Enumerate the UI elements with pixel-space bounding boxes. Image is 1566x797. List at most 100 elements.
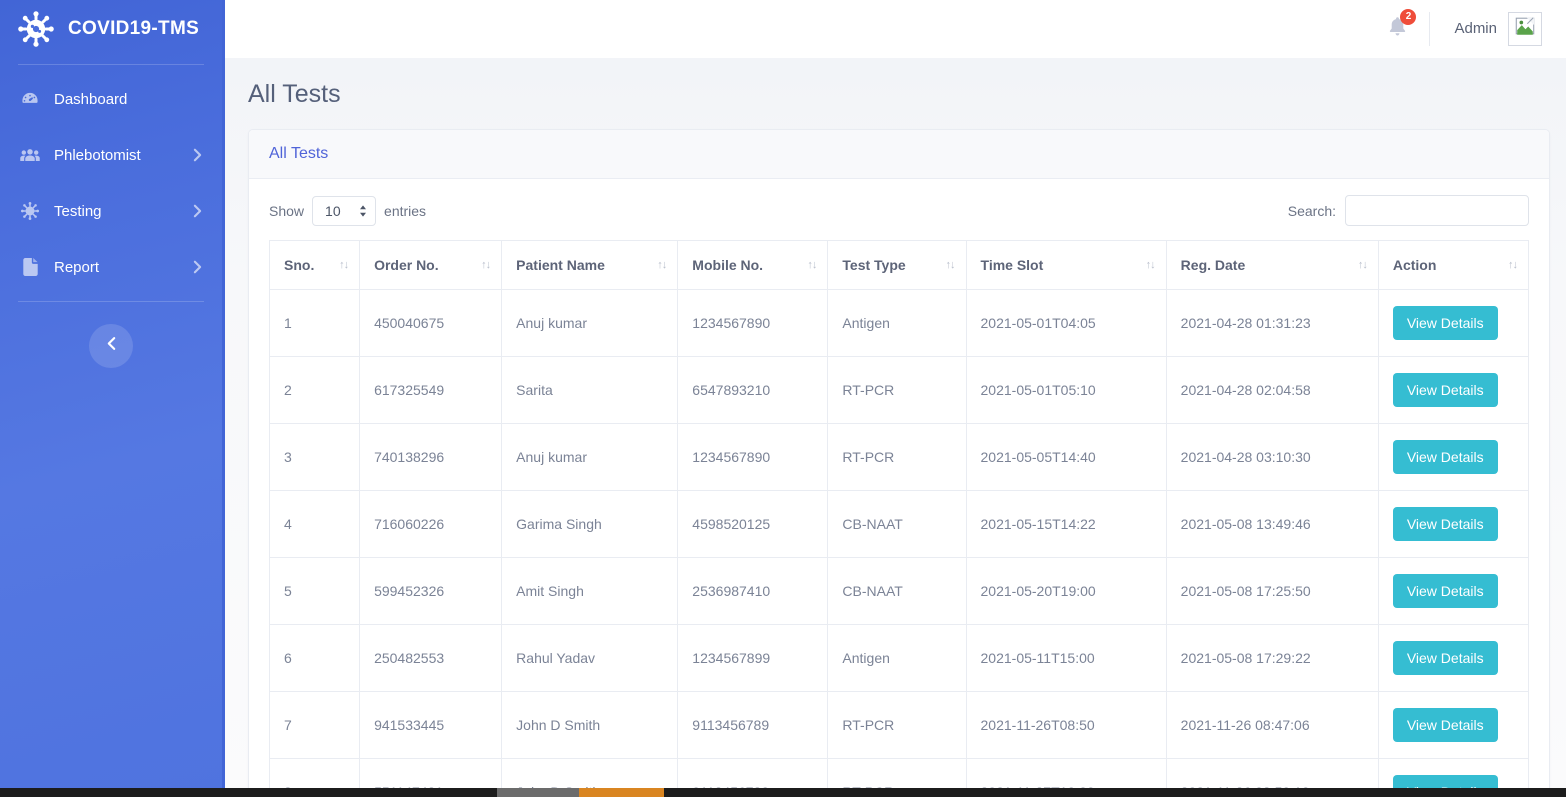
table-head: Sno. ↑↓ Order No. ↑↓ Patient Name ↑↓ Mobile No… <box>268 240 1530 290</box>
cell-order-no: 716060226 <box>359 490 503 558</box>
sort-updown-icon: ↑↓ <box>945 259 956 271</box>
cell-reg-date: 2021-04-28 03:10:30 <box>1165 423 1379 491</box>
avatar[interactable] <box>1508 11 1542 46</box>
cell-action: View Details <box>1377 691 1530 759</box>
sort-updown-icon: ↑↓ <box>339 259 349 271</box>
cell-order-no: 250482553 <box>359 624 503 692</box>
sidebar-item-report[interactable]: Report <box>0 239 222 295</box>
sort-updown-icon: ↑↓ <box>1145 259 1156 271</box>
cell-patient-name: Anuj kumar <box>501 423 679 491</box>
cell-sno: 3 <box>268 423 361 491</box>
topbar-separator <box>1429 11 1431 46</box>
sidebar-item-testing[interactable]: Testing <box>0 183 222 239</box>
column-header-label: Order No. <box>374 257 439 273</box>
cell-patient-name: John D Smith <box>501 691 679 759</box>
card-header-title: All Tests <box>249 130 1549 179</box>
cell-time-slot: 2021-05-15T14:22 <box>965 490 1167 558</box>
column-header-patient-name[interactable]: Patient Name ↑↓ <box>501 240 679 290</box>
cell-action: View Details <box>1377 557 1530 625</box>
cell-patient-name: Sarita <box>501 356 679 424</box>
column-header-order-no[interactable]: Order No. ↑↓ <box>359 240 503 290</box>
column-header-label: Action <box>1392 257 1437 273</box>
cell-mobile-no: 2536987410 <box>677 557 829 625</box>
cell-time-slot: 2021-05-01T05:10 <box>965 356 1167 424</box>
sidebar-nav: Dashboard Phlebotomist Testing Report <box>0 65 222 295</box>
table-controls: Show 102550100 entries <box>269 195 1529 226</box>
user-menu[interactable]: Admin <box>1454 11 1542 46</box>
column-header-action[interactable]: Action ↑↓ <box>1377 240 1530 290</box>
column-header-sno[interactable]: Sno. ↑↓ <box>268 240 361 290</box>
cell-test-type: RT-PCR <box>827 691 967 759</box>
taskbar-segment-gray <box>497 788 579 797</box>
cell-order-no: 599452326 <box>359 557 503 625</box>
table-row: 4 716060226 Garima Singh 4598520125 CB-NAAT 2… <box>268 490 1530 558</box>
cell-action: View Details <box>1377 289 1530 357</box>
view-details-button[interactable]: View Details <box>1392 507 1498 541</box>
cell-patient-name: Amit Singh <box>501 557 679 625</box>
cell-time-slot: 2021-05-01T04:05 <box>965 289 1167 357</box>
page-length-select[interactable]: 102550100 <box>312 195 377 226</box>
show-label: Show <box>269 202 305 219</box>
cell-test-type: Antigen <box>827 624 967 692</box>
notification-badge: 2 <box>1400 8 1417 25</box>
cell-mobile-no: 1234567890 <box>677 423 829 491</box>
view-details-button[interactable]: View Details <box>1392 373 1498 407</box>
content-area: All Tests All Tests Show 102550100 <box>222 58 1566 797</box>
table-header-row: Sno. ↑↓ Order No. ↑↓ Patient Name ↑↓ Mobile No… <box>268 240 1530 290</box>
search-input[interactable] <box>1345 195 1529 226</box>
sidebar-item-phlebotomist[interactable]: Phlebotomist <box>0 127 222 183</box>
chevron-right-icon <box>193 260 202 274</box>
cell-mobile-no: 1234567899 <box>677 624 829 692</box>
brand[interactable]: COVID19-TMS <box>0 0 222 58</box>
cell-time-slot: 2021-05-11T15:00 <box>965 624 1167 692</box>
cell-action: View Details <box>1377 624 1530 692</box>
cell-patient-name: Rahul Yadav <box>501 624 679 692</box>
page-length-wrap: 102550100 <box>312 195 377 226</box>
column-header-label: Reg. Date <box>1180 257 1246 273</box>
cell-test-type: CB-NAAT <box>827 490 967 558</box>
sidebar: COVID19-TMS Dashboard Phlebotomist Testi… <box>0 0 222 797</box>
cell-mobile-no: 9113456789 <box>677 691 829 759</box>
view-details-button[interactable]: View Details <box>1392 708 1498 742</box>
cell-action: View Details <box>1377 356 1530 424</box>
cell-time-slot: 2021-05-05T14:40 <box>965 423 1167 491</box>
column-header-label: Patient Name <box>516 257 605 273</box>
cell-sno: 5 <box>268 557 361 625</box>
cell-time-slot: 2021-11-26T08:50 <box>965 691 1167 759</box>
view-details-button[interactable]: View Details <box>1392 641 1498 675</box>
column-header-mobile-no[interactable]: Mobile No. ↑↓ <box>677 240 829 290</box>
page-length-control: Show 102550100 entries <box>269 195 427 226</box>
cell-mobile-no: 4598520125 <box>677 490 829 558</box>
cell-sno: 6 <box>268 624 361 692</box>
column-header-label: Test Type <box>842 257 906 273</box>
table-row: 1 450040675 Anuj kumar 1234567890 Antigen 202… <box>268 289 1530 357</box>
cell-test-type: Antigen <box>827 289 967 357</box>
view-details-button[interactable]: View Details <box>1392 306 1498 340</box>
top-navbar: 2 Admin <box>222 0 1566 58</box>
sidebar-collapse-button[interactable] <box>89 324 133 368</box>
brand-title: COVID19-TMS <box>68 18 200 39</box>
column-header-reg-date[interactable]: Reg. Date ↑↓ <box>1165 240 1379 290</box>
notifications-button[interactable]: 2 <box>1388 8 1417 42</box>
cell-sno: 2 <box>268 356 361 424</box>
cell-order-no: 450040675 <box>359 289 503 357</box>
view-details-button[interactable]: View Details <box>1392 440 1498 474</box>
view-details-button[interactable]: View Details <box>1392 574 1498 608</box>
sidebar-collapse-wrap <box>0 302 222 368</box>
entries-label: entries <box>384 202 427 219</box>
all-tests-table: Sno. ↑↓ Order No. ↑↓ Patient Name ↑↓ Mobile No… <box>268 240 1530 797</box>
cell-order-no: 941533445 <box>359 691 503 759</box>
column-header-test-type[interactable]: Test Type ↑↓ <box>827 240 967 290</box>
chevron-left-icon <box>107 336 116 356</box>
sidebar-item-dashboard[interactable]: Dashboard <box>0 71 222 127</box>
main-area: 2 Admin All Tests All Tests Show 10 entr… <box>222 0 1566 797</box>
cell-patient-name: Anuj kumar <box>501 289 679 357</box>
cell-sno: 7 <box>268 691 361 759</box>
cell-reg-date: 2021-11-26 08:47:06 <box>1165 691 1379 759</box>
chevron-right-icon <box>193 204 202 218</box>
column-header-time-slot[interactable]: Time Slot ↑↓ <box>965 240 1167 290</box>
users-group-icon <box>18 147 42 164</box>
cell-order-no: 617325549 <box>359 356 503 424</box>
cell-test-type: CB-NAAT <box>827 557 967 625</box>
sidebar-item-label: Phlebotomist <box>54 146 141 164</box>
